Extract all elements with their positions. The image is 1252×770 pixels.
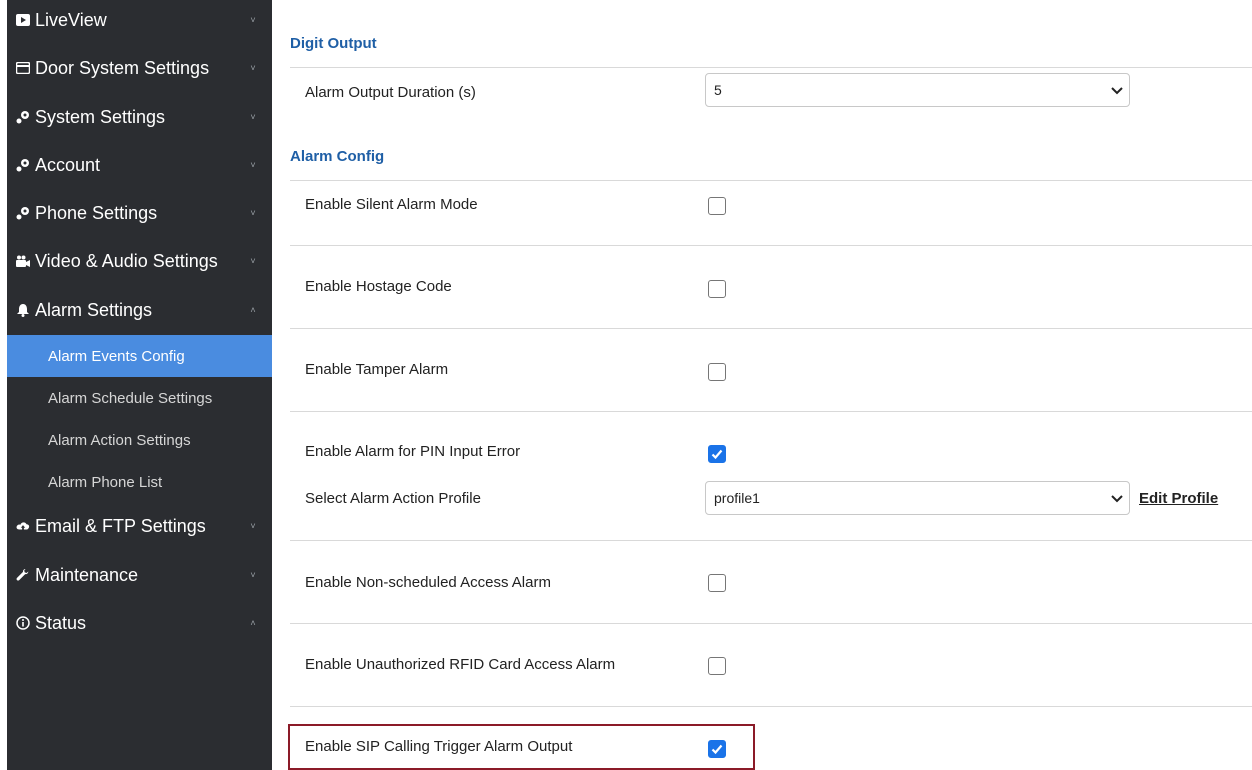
nav-label: Video & Audio Settings — [35, 250, 218, 271]
divider — [290, 540, 1252, 541]
sidebar-item-alarm-phone-list[interactable]: Alarm Phone List — [7, 461, 272, 503]
silent-alarm-checkbox[interactable] — [708, 197, 726, 215]
select-value: 5 — [714, 82, 722, 98]
action-profile-select[interactable]: profile1 — [705, 481, 1130, 515]
sidebar-item-alarm-events-config[interactable]: Alarm Events Config — [7, 335, 272, 377]
nav-label: Email & FTP Settings — [35, 515, 206, 536]
nav-account[interactable]: Account ˅ — [7, 143, 272, 187]
nav-label: System Settings — [35, 106, 166, 127]
gears-icon — [16, 110, 30, 124]
sidebar-item-alarm-action-settings[interactable]: Alarm Action Settings — [7, 419, 272, 461]
checkmark-icon — [711, 449, 723, 460]
digit-output-title: Digit Output — [290, 35, 377, 52]
divider — [290, 706, 1252, 707]
chevron-down-icon: ˅ — [250, 521, 256, 531]
select-value: profile1 — [714, 490, 760, 506]
tamper-alarm-label: Enable Tamper Alarm — [305, 361, 449, 378]
gears-icon — [16, 158, 30, 172]
divider — [290, 328, 1252, 329]
nav-phone-settings[interactable]: Phone Settings ˅ — [7, 191, 272, 235]
chevron-down-icon: ˅ — [250, 570, 256, 580]
chevron-down-icon — [1105, 82, 1129, 98]
chevron-up-icon: ˄ — [250, 305, 256, 315]
divider — [290, 245, 1252, 246]
chevron-down-icon: ˅ — [250, 208, 256, 218]
nav-label: LiveView — [35, 9, 107, 30]
nav-label: Door System Settings — [35, 57, 210, 78]
silent-alarm-label: Enable Silent Alarm Mode — [305, 196, 478, 213]
alarm-output-duration-select[interactable]: 5 — [705, 73, 1130, 107]
nav-label: Account — [35, 154, 101, 175]
non-scheduled-access-label: Enable Non-scheduled Access Alarm — [305, 574, 551, 591]
unauthorized-rfid-label: Enable Unauthorized RFID Card Access Ala… — [305, 656, 616, 673]
nav-status[interactable]: Status ˄ — [7, 601, 272, 645]
nav-label: Phone Settings — [35, 202, 158, 223]
divider — [290, 180, 1252, 181]
video-camera-icon — [16, 254, 30, 268]
bell-icon — [16, 303, 30, 317]
chevron-down-icon: ˅ — [250, 63, 256, 73]
chevron-down-icon: ˅ — [250, 160, 256, 170]
hostage-code-label: Enable Hostage Code — [305, 278, 452, 295]
info-icon — [16, 616, 30, 630]
action-profile-label: Select Alarm Action Profile — [305, 490, 481, 507]
nav-label: Maintenance — [35, 564, 139, 585]
nav-alarm-settings[interactable]: Alarm Settings ˄ — [7, 288, 272, 332]
divider — [290, 623, 1252, 624]
nav-maintenance[interactable]: Maintenance ˅ — [7, 553, 272, 597]
hostage-code-checkbox[interactable] — [708, 280, 726, 298]
pin-input-error-label: Enable Alarm for PIN Input Error — [305, 443, 521, 460]
non-scheduled-access-checkbox[interactable] — [708, 574, 726, 592]
cloud-icon — [16, 519, 30, 533]
chevron-down-icon — [1105, 490, 1129, 506]
gears-icon — [16, 206, 30, 220]
chevron-down-icon: ˅ — [250, 15, 256, 25]
tamper-alarm-checkbox[interactable] — [708, 363, 726, 381]
divider — [290, 411, 1252, 412]
nav-label: Alarm Settings — [35, 299, 153, 320]
pin-input-error-checkbox[interactable] — [708, 445, 726, 463]
chevron-up-icon: ˄ — [250, 618, 256, 628]
nav-door-system-settings[interactable]: Door System Settings ˅ — [7, 46, 272, 90]
nav-liveview[interactable]: LiveView ˅ — [7, 0, 272, 40]
alarm-output-duration-label: Alarm Output Duration (s) — [305, 84, 476, 101]
nav-system-settings[interactable]: System Settings ˅ — [7, 95, 272, 139]
unauthorized-rfid-checkbox[interactable] — [708, 657, 726, 675]
card-icon — [16, 61, 30, 75]
alarm-config-title: Alarm Config — [290, 148, 385, 165]
nav-label: Status — [35, 612, 87, 633]
video-play-icon — [16, 13, 30, 27]
nav-video-audio-settings[interactable]: Video & Audio Settings ˅ — [7, 239, 272, 283]
highlight-box — [288, 724, 755, 770]
edit-profile-link[interactable]: Edit Profile — [1139, 490, 1218, 507]
sidebar: LiveView ˅ Door System Settings ˅ System… — [7, 0, 272, 770]
chevron-down-icon: ˅ — [250, 112, 256, 122]
nav-email-ftp-settings[interactable]: Email & FTP Settings ˅ — [7, 504, 272, 548]
wrench-icon — [16, 568, 30, 582]
chevron-down-icon: ˅ — [250, 256, 256, 266]
sidebar-item-alarm-schedule-settings[interactable]: Alarm Schedule Settings — [7, 377, 272, 419]
divider — [290, 67, 1252, 68]
